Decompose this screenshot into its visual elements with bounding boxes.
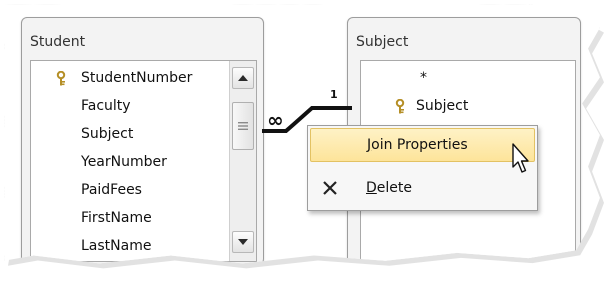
- student-table[interactable]: Student StudentNumber Faculty Subject Ye…: [21, 17, 264, 264]
- field-list-item[interactable]: *: [361, 65, 575, 92]
- field-name: PaidFees: [81, 182, 142, 198]
- subject-table-title: Subject: [356, 34, 409, 50]
- field-name: Subject: [81, 126, 134, 142]
- field-list-item[interactable]: Subject: [361, 93, 575, 120]
- field-name: Faculty: [81, 98, 131, 114]
- field-list-item[interactable]: Subject: [31, 121, 256, 148]
- field-list-item[interactable]: LastName: [31, 233, 256, 260]
- menu-item-label: Join Properties: [367, 137, 468, 153]
- field-name: FirstName: [81, 210, 152, 226]
- close-icon: [323, 181, 337, 195]
- menu-item-label: Delete: [366, 180, 412, 196]
- many-side-label: ∞: [267, 108, 284, 132]
- relationship-context-menu: Join Properties Delete: [307, 125, 538, 211]
- primary-key-icon: [395, 99, 405, 114]
- vertical-scrollbar[interactable]: [229, 61, 256, 261]
- one-side-label: 1: [330, 88, 338, 101]
- arrow-up-icon: [238, 75, 248, 81]
- student-field-list[interactable]: StudentNumber Faculty Subject YearNumber…: [30, 60, 257, 262]
- scroll-thumb[interactable]: [232, 102, 254, 150]
- field-name: StudentNumber: [81, 70, 193, 86]
- delete-menu-item[interactable]: Delete: [310, 172, 533, 204]
- join-properties-menu-item[interactable]: Join Properties: [310, 128, 535, 162]
- scroll-down-button[interactable]: [232, 231, 254, 253]
- field-list-item[interactable]: StudentNumber: [31, 65, 256, 92]
- mouse-pointer-icon: [512, 143, 529, 173]
- field-list-item[interactable]: YearNumber: [31, 149, 256, 176]
- student-table-title: Student: [30, 34, 86, 50]
- arrow-down-icon: [238, 239, 248, 245]
- scroll-up-button[interactable]: [232, 67, 254, 89]
- primary-key-icon: [56, 71, 66, 86]
- relationships-canvas: Student StudentNumber Faculty Subject Ye…: [4, 4, 600, 264]
- field-list-item[interactable]: Faculty: [31, 93, 256, 120]
- grip-icon: [238, 122, 248, 130]
- field-name: Subject: [416, 98, 469, 114]
- field-name: LastName: [81, 238, 152, 254]
- field-list-item[interactable]: PaidFees: [31, 177, 256, 204]
- field-list-item[interactable]: FirstName: [31, 205, 256, 232]
- field-name: YearNumber: [81, 154, 167, 170]
- field-name: *: [420, 70, 427, 86]
